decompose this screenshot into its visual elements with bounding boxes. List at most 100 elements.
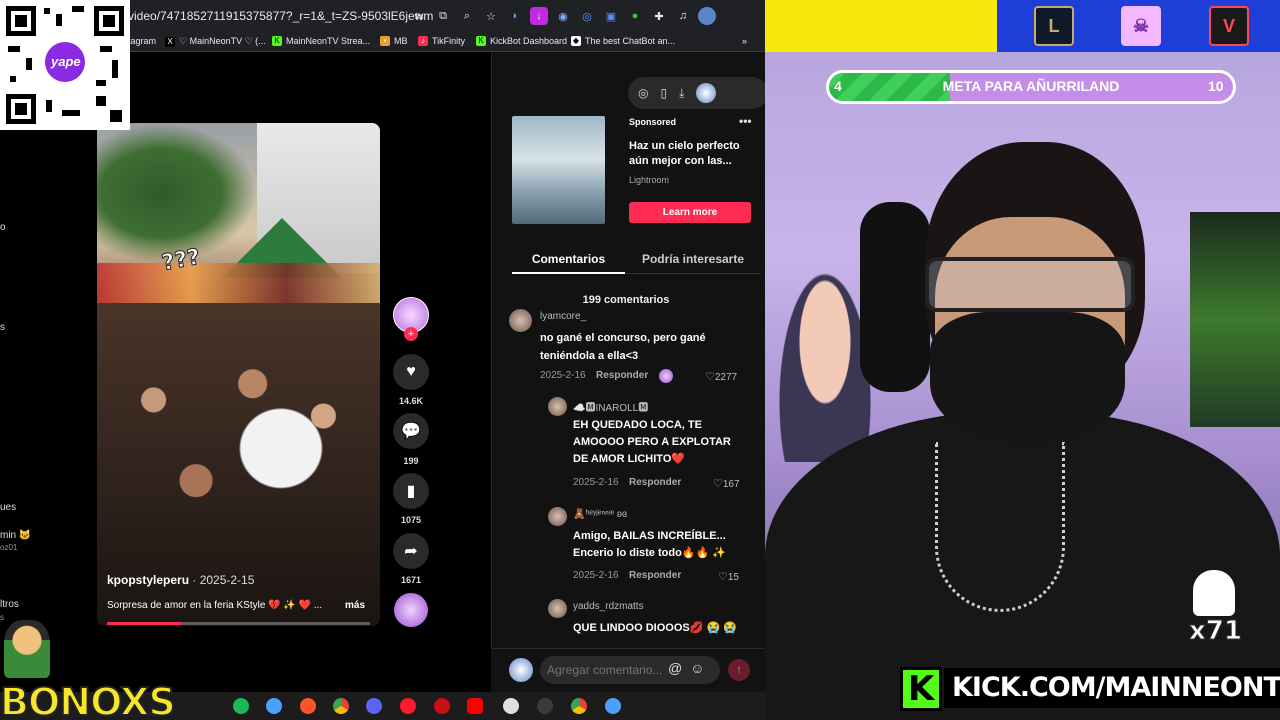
tab-related[interactable]: Podría interesarte [625, 246, 761, 274]
emoji-icon[interactable]: ☺ [690, 660, 704, 676]
url-text[interactable]: video/7471852711915375877?_r=1&_t=ZS-950… [128, 9, 433, 23]
wall-poster [1190, 212, 1280, 427]
comment-button[interactable]: 💬 [393, 413, 429, 449]
yape-qr-code: yape [0, 0, 130, 130]
send-comment-button[interactable]: ↑ [728, 659, 750, 681]
brave-icon[interactable] [300, 698, 316, 714]
bookmark-item[interactable]: ◆ The best ChatBot an... [571, 36, 675, 46]
extension-icon[interactable]: ▣ [602, 7, 620, 25]
bookmark-item[interactable]: X ♡ MainNeonTV ♡ (... [165, 36, 266, 47]
comment-avatar[interactable] [548, 599, 567, 618]
bookmark-item[interactable]: tagram [128, 36, 156, 46]
zoom-icon[interactable]: ⌕ [458, 7, 476, 25]
comment-avatar[interactable] [509, 309, 532, 332]
tikfinity-icon: ♪ [418, 36, 428, 46]
comment-reply-button[interactable]: Responder [629, 570, 681, 581]
video-player[interactable]: ??? kpopstyleperu · 2025-2-15 Sorpresa d… [97, 123, 380, 626]
media-icon[interactable]: ♫ [674, 7, 692, 25]
discord-icon[interactable] [366, 698, 382, 714]
comment-text: no gané el concurso, pero gané [540, 332, 706, 344]
comment-like-count[interactable]: ♡15 [718, 570, 739, 583]
obs-icon[interactable] [503, 698, 519, 714]
mention-icon[interactable]: @ [668, 660, 682, 676]
chrome-active-icon[interactable] [571, 698, 587, 714]
bookmark-item[interactable]: ♪ TikFinity [418, 36, 465, 46]
headset [860, 202, 930, 392]
nav-fragment[interactable]: ltros [0, 599, 19, 610]
nav-fragment[interactable]: min 🐱 [0, 530, 31, 541]
chrome-icon[interactable] [333, 698, 349, 714]
bookmark-icon: ▮ [406, 483, 416, 500]
youtube-icon[interactable] [467, 698, 483, 714]
comment-reply-button[interactable]: Responder [596, 370, 648, 381]
nav-fragment[interactable]: s [0, 322, 5, 333]
my-avatar[interactable] [509, 658, 533, 682]
extension-icon[interactable]: ● [626, 7, 644, 25]
bonoxs-logo: BONOXS [0, 679, 177, 720]
kick-logo-icon: K [476, 36, 486, 46]
comment-username[interactable]: 🧸ʰᵉʸʲᵉⁿⁿᶦᵉ ʚɞ [573, 509, 627, 520]
video-author[interactable]: kpopstyleperu · 2025-2-15 [107, 573, 254, 587]
qr-brand: yape [51, 54, 81, 69]
video-progress-fill [107, 622, 181, 625]
profile-avatar-icon[interactable] [696, 83, 717, 103]
bookmarks-overflow-icon[interactable]: » [742, 36, 747, 46]
share-button[interactable]: ➦ [393, 533, 429, 569]
like-button[interactable]: ♥ [393, 354, 429, 390]
ad-menu-icon[interactable]: ••• [739, 114, 752, 128]
ad-learn-more-button[interactable]: Learn more [629, 202, 751, 223]
pip-icon[interactable]: ◎ [638, 86, 648, 100]
bookmark-item[interactable]: K KickBot Dashboard [476, 36, 567, 46]
video-caption: Sorpresa de amor en la feria KStyle 💔 ✨ … [107, 600, 323, 611]
comment-avatar[interactable] [548, 397, 567, 416]
extensions-puzzle-icon[interactable]: ✚ [650, 7, 668, 25]
caption-more-link[interactable]: más [345, 600, 365, 611]
bookmark-item[interactable]: K MainNeonTV Strea... [272, 36, 370, 46]
opera-icon[interactable] [400, 698, 416, 714]
comment-username[interactable]: lyamcore_ [540, 311, 586, 322]
bookmark-item[interactable]: ▪ MB [380, 36, 408, 46]
download-extension-icon[interactable]: ↓ [530, 7, 548, 25]
music-disc-icon[interactable] [394, 593, 428, 627]
comment-username[interactable]: ☁️🅼INAROLL🅼 [573, 399, 648, 414]
heart-outline-icon: ♡ [713, 478, 723, 490]
nav-fragment[interactable]: o [0, 222, 6, 233]
extension-icon[interactable]: ◉ [554, 7, 572, 25]
comment-date: 2025-2-16 [573, 570, 619, 581]
download-icon[interactable]: ⤓ [679, 86, 684, 101]
author-name[interactable]: kpopstyleperu [107, 573, 189, 587]
comment-like-count[interactable]: ♡2277 [705, 370, 737, 383]
comment-text: Encerio lo diste todo🔥🔥 ✨ [573, 547, 726, 559]
ad-title[interactable]: Haz un cielo perfecto aún mejor con las.… [629, 139, 749, 169]
device-icon[interactable]: ▯ [660, 86, 667, 100]
comment-text: EH QUEDADO LOCA, TE [573, 419, 702, 431]
tab-comments[interactable]: Comentarios [512, 246, 625, 274]
comment-date: 2025-2-16 [573, 477, 619, 488]
opera-gx-icon[interactable] [434, 698, 450, 714]
share-arrow-icon: ➦ [404, 543, 418, 560]
kick-channel-url: KICK.COM/MAINNEONTV [944, 668, 1280, 708]
comment-avatar[interactable] [548, 507, 567, 526]
spotify-icon[interactable] [233, 698, 249, 714]
nav-fragment[interactable]: ues [0, 502, 16, 513]
goal-current: 4 [834, 78, 842, 94]
comment-text: DE AMOR LICHITO❤️ [573, 453, 686, 465]
bookmark-star-icon[interactable]: ☆ [482, 7, 500, 25]
save-button[interactable]: ▮ [393, 473, 429, 509]
profile-icon[interactable] [698, 7, 716, 25]
video-progress-bar[interactable] [107, 622, 370, 625]
follow-plus-icon[interactable]: + [404, 327, 418, 341]
open-tab-icon[interactable]: ⧉ [434, 7, 452, 25]
app-icon[interactable] [537, 698, 553, 714]
app-icon[interactable] [266, 698, 282, 714]
comment-like-count[interactable]: ♡167 [713, 477, 740, 490]
app-icon[interactable] [605, 698, 621, 714]
translate-icon[interactable]: ⇆ [410, 7, 428, 25]
extension-icon[interactable]: ◗ [506, 7, 524, 25]
extension-icon[interactable]: ◎ [578, 7, 596, 25]
ad-thumbnail[interactable] [512, 116, 605, 224]
comment-reply-button[interactable]: Responder [629, 477, 681, 488]
comment-text: AMOOOO PERO A EXPLOTAR [573, 436, 731, 448]
comment-username[interactable]: yadds_rdzmatts [573, 601, 644, 612]
valorant-icon: V [1209, 6, 1249, 46]
